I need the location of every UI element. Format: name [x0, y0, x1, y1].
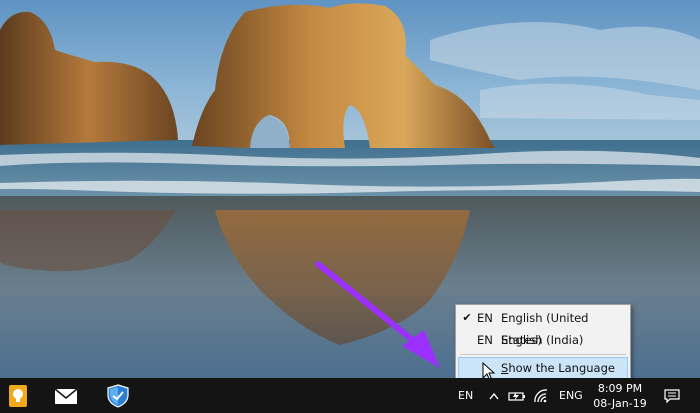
network-button[interactable]: [530, 378, 552, 413]
tips-bulb-icon: [9, 384, 27, 407]
mail-icon: [54, 387, 78, 404]
clock-button[interactable]: 8:09 PM 08-Jan-19: [590, 381, 650, 411]
language-code: EN: [477, 333, 493, 347]
tips-app-button[interactable]: [0, 378, 36, 413]
battery-charging-icon: [508, 391, 525, 401]
show-hidden-icons-button[interactable]: [484, 378, 504, 413]
language-name: English (India): [501, 333, 584, 347]
language-indicator[interactable]: ENG: [559, 389, 583, 403]
battery-button[interactable]: [506, 378, 528, 413]
input-indicator[interactable]: EN: [458, 389, 473, 403]
mail-app-button[interactable]: [48, 378, 84, 413]
checkmark-icon: ✔: [462, 311, 472, 324]
wifi-icon: [534, 388, 548, 402]
screenshot-frame: ✔ EN English (United States) EN English …: [0, 0, 700, 413]
action-center-button[interactable]: [660, 378, 684, 413]
defender-app-button[interactable]: [100, 378, 136, 413]
language-code: EN: [477, 311, 493, 325]
clock-time: 8:09 PM: [597, 382, 643, 395]
chevron-up-icon: [489, 392, 499, 399]
notification-icon: [664, 388, 680, 403]
menu-separator: [460, 354, 626, 355]
clock-date: 08-Jan-19: [593, 397, 647, 410]
defender-shield-icon: [107, 383, 129, 408]
taskbar: EN ENG 8:09 PM 08-Jan-19: [0, 378, 700, 413]
language-option-english-india[interactable]: EN English (India): [458, 329, 628, 351]
language-option-english-us[interactable]: ✔ EN English (United States): [458, 307, 628, 347]
